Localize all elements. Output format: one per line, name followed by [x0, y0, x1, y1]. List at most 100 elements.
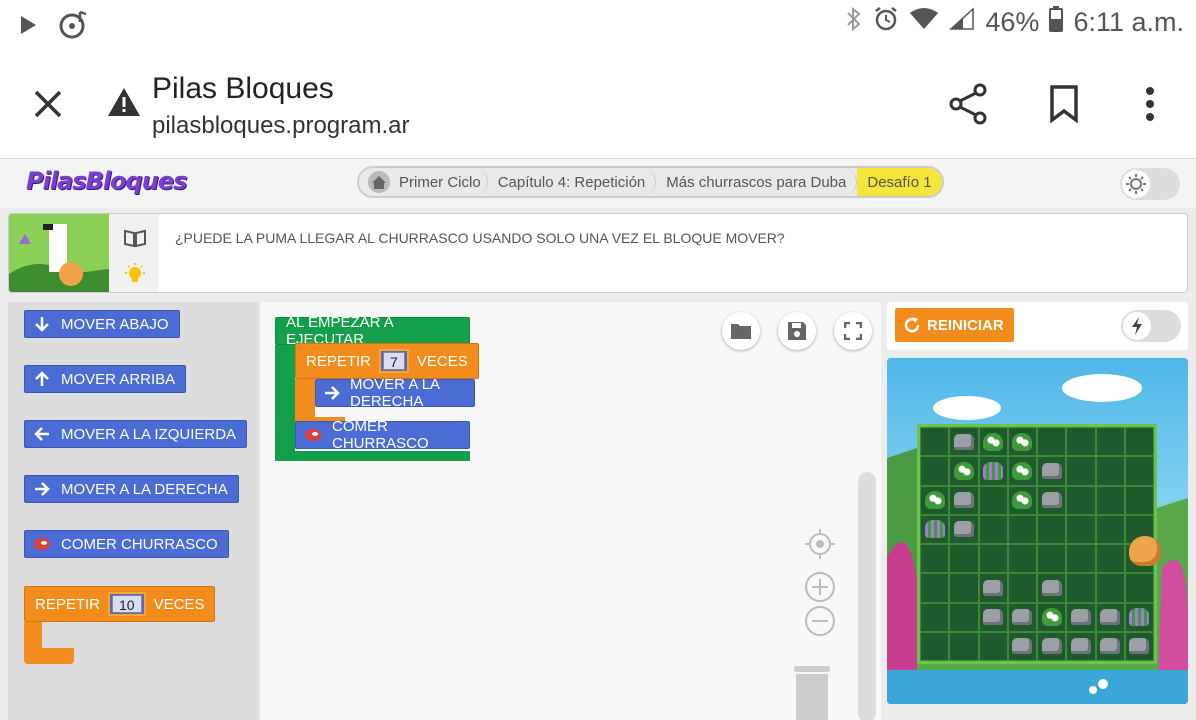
- arrow-right-icon: [33, 480, 51, 498]
- breadcrumb-item[interactable]: Capítulo 4: Repetición: [488, 168, 657, 196]
- lavender-plant-icon: [983, 461, 1004, 480]
- rock-icon: [1041, 492, 1062, 509]
- board-cell: [1124, 485, 1154, 515]
- fullscreen-button[interactable]: [834, 312, 872, 350]
- board-cell: [1037, 631, 1067, 661]
- app-header: PilasBloques Primer Ciclo Capítulo 4: Re…: [0, 158, 1196, 208]
- board-cell: [978, 514, 1008, 544]
- bluetooth-icon: [845, 6, 863, 39]
- close-tab-button[interactable]: [28, 84, 68, 124]
- board-cell: [1007, 456, 1037, 486]
- workspace-block-eat-steak[interactable]: COMER CHURRASCO: [295, 418, 470, 452]
- breadcrumb-item[interactable]: Primer Ciclo: [399, 174, 481, 191]
- palette-block-move-up[interactable]: MOVER ARRIBA: [24, 365, 187, 393]
- palette-block-move-down[interactable]: MOVER ABAJO: [24, 310, 180, 338]
- board-cell: [949, 456, 979, 486]
- game-board: [917, 424, 1157, 664]
- lavender-plant-icon: [1129, 608, 1150, 627]
- save-file-button[interactable]: [778, 312, 816, 350]
- workspace-block-move-right[interactable]: MOVER A LA DERECHA: [315, 376, 475, 410]
- rock-icon: [983, 579, 1004, 596]
- more-options-button[interactable]: [1128, 82, 1172, 126]
- arrow-left-icon: [33, 425, 51, 443]
- flower-plant-icon: [924, 491, 945, 510]
- page-title: Pilas Bloques: [152, 72, 334, 105]
- board-cell: [949, 514, 979, 544]
- flower-plant-icon: [1012, 461, 1033, 480]
- restart-button[interactable]: REINICIAR: [895, 308, 1014, 342]
- rock-icon: [1129, 638, 1150, 655]
- bookmark-icon: [1050, 85, 1078, 123]
- rock-icon: [1012, 638, 1033, 655]
- board-cell: [1095, 427, 1125, 457]
- board-cell: [1066, 631, 1096, 661]
- zoom-in-icon[interactable]: [804, 571, 836, 603]
- board-cell: [1007, 573, 1037, 603]
- save-icon: [788, 322, 806, 340]
- board-cell: [1124, 631, 1154, 661]
- steak-icon: [33, 535, 51, 553]
- board-cell: [1095, 485, 1125, 515]
- palette-block-repeat[interactable]: REPETIR 10 VECES: [24, 586, 216, 664]
- pilas-bloques-logo[interactable]: PilasBloques: [26, 167, 187, 195]
- battery-percent: 46%: [985, 7, 1040, 37]
- workspace-repeat-count-field[interactable]: 7: [379, 349, 409, 373]
- rock-icon: [1070, 609, 1091, 626]
- program-start-block[interactable]: AL EMPEZAR A EJECUTAR REPETIR 7 VECES MO…: [275, 314, 479, 461]
- turbo-mode-toggle[interactable]: [1121, 310, 1181, 342]
- book-icon[interactable]: [123, 228, 147, 248]
- board-cell: [1066, 573, 1096, 603]
- lightbulb-icon[interactable]: [123, 262, 147, 286]
- board-cell: [1095, 514, 1125, 544]
- board-cell: [1007, 427, 1037, 457]
- trash-icon[interactable]: [790, 664, 834, 720]
- share-button[interactable]: [946, 82, 990, 126]
- breadcrumb-item[interactable]: Más churrascos para Duba: [656, 168, 858, 196]
- battery-icon: [1049, 6, 1064, 39]
- workspace-scrollbar[interactable]: [858, 472, 876, 720]
- board-cell: [949, 602, 979, 632]
- palette-block-move-left[interactable]: MOVER A LA IZQUIERDA: [24, 420, 248, 448]
- rock-icon: [953, 433, 974, 450]
- flower-plant-icon: [1012, 491, 1033, 510]
- board-cell: [949, 544, 979, 574]
- flower-plant-icon: [953, 461, 974, 480]
- board-cell: [920, 514, 950, 544]
- board-cell: [1037, 485, 1067, 515]
- board-cell: [1007, 485, 1037, 515]
- refresh-icon: [904, 317, 920, 333]
- arrow-up-icon: [33, 370, 51, 388]
- board-cell: [978, 485, 1008, 515]
- board-cell: [978, 573, 1008, 603]
- board-cell: [1037, 456, 1067, 486]
- palette-block-eat-steak[interactable]: COMER CHURRASCO: [24, 530, 229, 558]
- board-cell: [1037, 602, 1067, 632]
- repeat-count-field[interactable]: 10: [108, 592, 146, 616]
- home-icon: [368, 171, 390, 193]
- board-cell: [1124, 573, 1154, 603]
- open-file-button[interactable]: [722, 312, 760, 350]
- rock-icon: [1012, 609, 1033, 626]
- site-warning-button[interactable]: [106, 86, 142, 123]
- palette-block-move-right[interactable]: MOVER A LA DERECHA: [24, 475, 239, 503]
- puma-scene-icon: [9, 214, 109, 292]
- folder-icon: [731, 324, 751, 339]
- fullscreen-icon: [844, 322, 862, 340]
- board-cell: [1007, 602, 1037, 632]
- puma-character: [1129, 536, 1161, 566]
- rock-icon: [1041, 638, 1062, 655]
- zoom-out-icon[interactable]: [804, 605, 836, 637]
- bookmark-button[interactable]: [1042, 82, 1086, 126]
- recenter-icon[interactable]: [804, 528, 836, 560]
- board-cell: [1124, 456, 1154, 486]
- code-workspace[interactable]: AL EMPEZAR A EJECUTAR REPETIR 7 VECES MO…: [259, 302, 881, 720]
- board-cell: [949, 427, 979, 457]
- pilas-bloques-page: PilasBloques Primer Ciclo Capítulo 4: Re…: [0, 158, 1196, 720]
- breadcrumb-home[interactable]: Primer Ciclo: [359, 168, 488, 196]
- rock-icon: [983, 609, 1004, 626]
- rock-icon: [1041, 579, 1062, 596]
- alarm-icon: [873, 6, 899, 39]
- theme-toggle[interactable]: [1120, 168, 1180, 200]
- workspace-repeat-block[interactable]: REPETIR 7 VECES MOVER A LA DERECHA: [295, 343, 479, 429]
- rock-icon: [953, 521, 974, 538]
